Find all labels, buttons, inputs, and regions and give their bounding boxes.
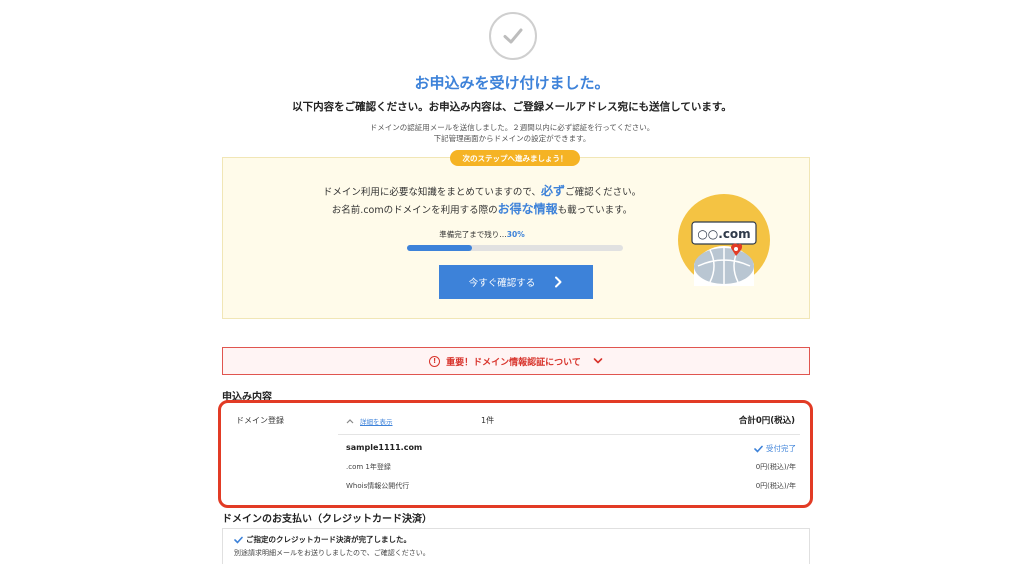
order-count: 1件 (481, 416, 495, 425)
domain-globe-illustration: ○○.com (678, 194, 770, 286)
domain-verification-alert[interactable]: ! 重要！ドメイン情報認証について (222, 347, 810, 375)
progress-bar (407, 245, 623, 251)
progress-percent: 30% (506, 230, 525, 239)
order-divider (338, 434, 800, 435)
payment-sub-note: 別途請求明細メールをお送りしましたので、ご確認ください。 (234, 549, 430, 557)
order-status: 受付完了 (754, 443, 796, 454)
next-step-badge: 次のステップへ進みましょう！ (450, 150, 580, 166)
exclamation-circle-icon: ! (429, 355, 441, 367)
show-detail-link[interactable]: 詳細を表示 (360, 416, 393, 426)
payment-section-title: ドメインのお支払い（クレジットカード決済） (222, 514, 432, 525)
order-summary-box (218, 400, 813, 508)
next-step-line1: ドメイン利用に必要な知識をまとめていますので、必ずご確認ください。 (322, 184, 642, 198)
illustration-domain-text: ○○.com (697, 227, 750, 241)
next-step-line2: お名前.comのドメインを利用する際のお得な情報も載っています。 (331, 202, 633, 216)
check-now-button[interactable]: 今すぐ確認する (439, 265, 593, 299)
check-icon (754, 445, 763, 453)
emphasis-deals: お得な情報 (497, 202, 558, 216)
order-total: 合計0円(税込) (738, 416, 795, 426)
chevron-right-icon (555, 276, 562, 288)
progress-bar-fill (407, 245, 472, 251)
order-row-label: Whois情報公開代行 (346, 482, 410, 490)
payment-status: ご指定のクレジットカード決済が完了しました。 (234, 534, 411, 545)
order-row-price: 0円(税込)/年 (755, 482, 796, 490)
detail-toggle[interactable]: 詳細を表示 (346, 416, 393, 426)
progress-label: 準備完了まで残り…30% (439, 230, 525, 239)
page-title: お申込みを受け付けました。 (414, 74, 610, 92)
check-icon (234, 536, 243, 544)
order-row-label: .com 1年登録 (346, 463, 391, 471)
chevron-up-icon (346, 419, 354, 424)
emphasis-must: 必ず (541, 184, 566, 198)
order-domain-name: sample1111.com (346, 443, 423, 452)
success-check-icon (489, 12, 537, 60)
verification-note: ドメインの認証用メールを送信しました。２週間以内に必ず認証を行ってください。 (369, 123, 655, 132)
page-subtitle: 以下内容をご確認ください。お申込み内容は、ご登録メールアドレス宛にも送信していま… (292, 101, 732, 113)
order-category: ドメイン登録 (236, 416, 284, 425)
settings-note: 下記管理画面からドメインの設定ができます。 (433, 134, 591, 143)
chevron-down-icon (593, 358, 603, 364)
order-row-price: 0円(税込)/年 (755, 463, 796, 471)
